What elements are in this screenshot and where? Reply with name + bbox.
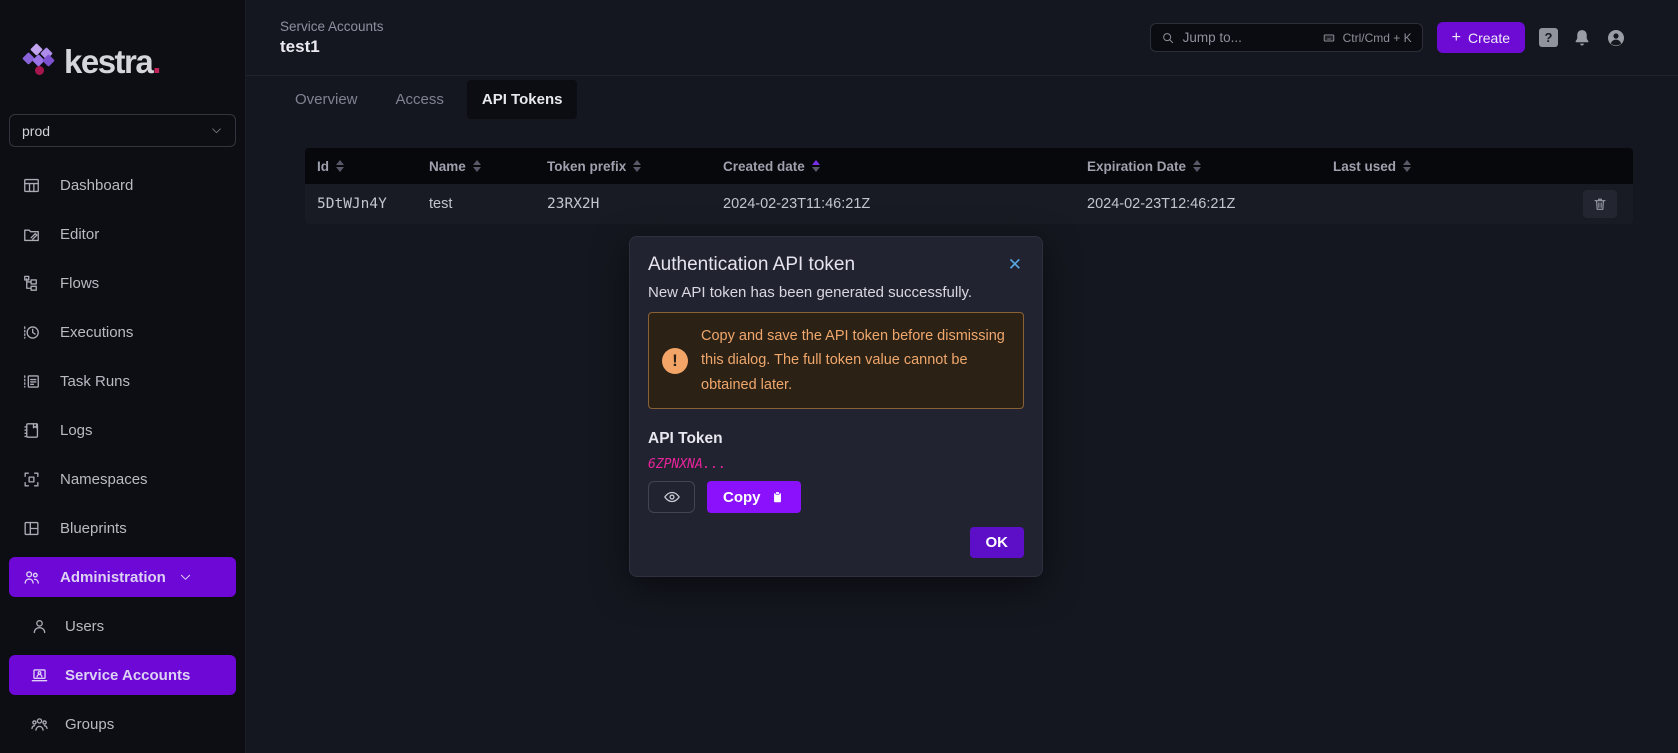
delete-token-button[interactable]	[1583, 190, 1617, 218]
environment-select[interactable]: prod	[9, 114, 236, 147]
cell-created-date: 2024-02-23T11:46:21Z	[711, 184, 1075, 224]
page-title: test1	[280, 37, 384, 57]
warning-icon: !	[662, 348, 688, 374]
clipboard-icon	[770, 490, 785, 505]
column-header-expiration-date[interactable]: Expiration Date	[1075, 148, 1321, 184]
service-accounts-icon	[30, 666, 49, 685]
keyboard-icon	[1321, 32, 1337, 44]
users-icon	[30, 617, 49, 636]
sidebar-item-flows[interactable]: Flows	[9, 263, 236, 303]
sort-icon[interactable]	[336, 160, 344, 172]
cell-expiration-date: 2024-02-23T12:46:21Z	[1075, 184, 1321, 224]
blueprints-icon	[22, 519, 41, 538]
plus-icon: +	[1452, 29, 1461, 47]
eye-icon	[663, 488, 681, 506]
notifications-bell-icon[interactable]	[1572, 28, 1592, 48]
chevron-down-icon	[210, 124, 223, 137]
sort-icon-active[interactable]	[812, 160, 820, 172]
api-tokens-table: Id Name Token prefix Created date Expira…	[305, 148, 1633, 224]
sidebar-item-service-accounts[interactable]: Service Accounts	[9, 655, 236, 695]
groups-icon	[30, 715, 49, 734]
cell-id: 5DtWJn4Y	[305, 184, 417, 224]
sort-icon[interactable]	[473, 160, 481, 172]
environment-value: prod	[22, 123, 50, 139]
topbar: Service Accounts test1 Jump to... Ctrl/C…	[246, 0, 1678, 76]
sidebar: kestra. prod Dashboard Editor Flows	[0, 0, 246, 753]
search-icon	[1161, 31, 1175, 45]
reveal-token-button[interactable]	[648, 481, 695, 513]
main-area: Service Accounts test1 Jump to... Ctrl/C…	[246, 0, 1678, 753]
search-placeholder: Jump to...	[1183, 30, 1321, 45]
sidebar-item-namespaces[interactable]: Namespaces	[9, 459, 236, 499]
warning-text: Copy and save the API token before dismi…	[701, 324, 1010, 397]
namespaces-icon	[22, 470, 41, 489]
warning-alert: ! Copy and save the API token before dis…	[648, 312, 1024, 409]
tab-access[interactable]: Access	[381, 80, 459, 119]
sidebar-item-executions[interactable]: Executions	[9, 312, 236, 352]
chevron-down-icon	[176, 570, 195, 584]
sidebar-item-logs[interactable]: Logs	[9, 410, 236, 450]
sort-icon[interactable]	[1403, 160, 1411, 172]
logs-icon	[22, 421, 41, 440]
table-row: 5DtWJn4Y test 23RX2H 2024-02-23T11:46:21…	[305, 184, 1633, 224]
app-window: kestra. prod Dashboard Editor Flows	[0, 0, 1678, 753]
content-area: Id Name Token prefix Created date Expira…	[246, 123, 1678, 224]
editor-icon	[22, 225, 41, 244]
sort-icon[interactable]	[1193, 160, 1201, 172]
column-header-id[interactable]: Id	[305, 148, 417, 184]
dialog-title: Authentication API token	[648, 254, 855, 276]
column-header-name[interactable]: Name	[417, 148, 535, 184]
logo-wordmark: kestra.	[64, 40, 160, 84]
auth-api-token-dialog: Authentication API token ✕ New API token…	[629, 236, 1043, 577]
dashboard-icon	[22, 176, 41, 195]
breadcrumb[interactable]: Service Accounts	[280, 19, 384, 34]
cell-last-used	[1321, 184, 1583, 224]
close-icon[interactable]: ✕	[1006, 254, 1024, 275]
sidebar-nav: Dashboard Editor Flows Executions Task R…	[0, 165, 245, 744]
kestra-logo[interactable]: kestra.	[0, 40, 245, 92]
search-shortcut: Ctrl/Cmd + K	[1321, 31, 1412, 45]
dialog-message: New API token has been generated success…	[648, 284, 1024, 301]
copy-token-button[interactable]: Copy	[707, 481, 801, 513]
sidebar-item-groups[interactable]: Groups	[9, 704, 236, 744]
sidebar-item-users[interactable]: Users	[9, 606, 236, 646]
help-icon[interactable]: ?	[1539, 28, 1558, 47]
sidebar-item-blueprints[interactable]: Blueprints	[9, 508, 236, 548]
sidebar-item-administration[interactable]: Administration	[9, 557, 236, 597]
kestra-logo-icon	[24, 42, 56, 82]
sort-icon[interactable]	[633, 160, 641, 172]
create-button[interactable]: + Create	[1437, 22, 1525, 53]
flows-icon	[22, 274, 41, 293]
tab-bar: Overview Access API Tokens	[246, 76, 1678, 123]
column-header-token-prefix[interactable]: Token prefix	[535, 148, 711, 184]
tab-overview[interactable]: Overview	[280, 80, 373, 119]
api-token-value: 6ZPNXNA...	[648, 457, 1024, 472]
task-runs-icon	[22, 372, 41, 391]
trash-icon	[1592, 196, 1608, 212]
sidebar-item-dashboard[interactable]: Dashboard	[9, 165, 236, 205]
api-token-label: API Token	[648, 430, 1024, 448]
cell-token-prefix: 23RX2H	[535, 184, 711, 224]
column-header-created-date[interactable]: Created date	[711, 148, 1075, 184]
user-avatar-icon[interactable]	[1606, 28, 1626, 48]
ok-button[interactable]: OK	[970, 527, 1025, 558]
cell-name: test	[417, 184, 535, 224]
sidebar-item-task-runs[interactable]: Task Runs	[9, 361, 236, 401]
executions-icon	[22, 323, 41, 342]
jump-to-search[interactable]: Jump to... Ctrl/Cmd + K	[1150, 23, 1423, 52]
column-header-last-used[interactable]: Last used	[1321, 148, 1583, 184]
sidebar-item-editor[interactable]: Editor	[9, 214, 236, 254]
administration-icon	[22, 568, 41, 587]
tab-api-tokens[interactable]: API Tokens	[467, 80, 578, 119]
